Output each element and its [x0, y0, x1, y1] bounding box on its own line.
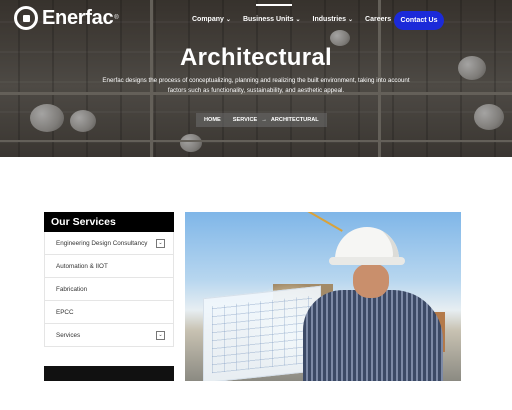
nav-item-label: Careers	[365, 16, 392, 23]
service-item-label: Services	[56, 331, 81, 339]
service-item-automation[interactable]: Automation & IIOT	[44, 255, 174, 278]
worker-body-shape	[303, 290, 443, 381]
nav-item-label: Business Units	[242, 16, 294, 23]
service-item-fabrication[interactable]: Fabrication	[44, 278, 174, 301]
service-item-engineering-design[interactable]: Engineering Design Consultancy ⌄	[44, 232, 174, 255]
service-item-epcc[interactable]: EPCC	[44, 301, 174, 324]
breadcrumb: HOME SERVICE → ARCHITECTURAL	[196, 113, 327, 127]
nav-item-business-units[interactable]: Business Units ⌄	[243, 16, 301, 23]
page-title: Architectural	[180, 44, 332, 71]
services-title: Our Services	[44, 212, 174, 232]
crane-shape	[307, 212, 343, 232]
brand-name: Enerfac	[42, 6, 114, 29]
brand-logo[interactable]: Enerfac ®	[14, 6, 119, 30]
service-item-label: Fabrication	[56, 285, 88, 293]
registered-mark: ®	[114, 15, 119, 21]
expand-toggle-icon[interactable]: ⌄	[156, 238, 165, 248]
chevron-down-icon: ⌄	[348, 17, 354, 23]
contact-us-button[interactable]: Contact Us	[394, 11, 444, 30]
nav-item-label: Industries	[312, 16, 346, 23]
services-sidebar: Our Services Engineering Design Consulta…	[44, 212, 174, 347]
hard-hat-brim	[329, 257, 405, 265]
breadcrumb-current: ARCHITECTURAL	[270, 117, 319, 123]
main-nav: Company ⌄ Business Units ⌄ Industries ⌄ Car…	[192, 16, 410, 23]
chevron-down-icon: ⌄	[225, 17, 231, 23]
service-item-label: Engineering Design Consultancy	[56, 239, 148, 247]
chevron-down-icon: ⌄	[295, 17, 301, 23]
breadcrumb-home[interactable]: HOME	[204, 117, 221, 123]
services-footer-block	[44, 366, 174, 381]
hero-banner: Enerfac ® Company ⌄ Business Units ⌄ Indus…	[0, 0, 512, 157]
expand-toggle-icon[interactable]: ⌄	[156, 330, 165, 340]
architect-photo	[185, 212, 461, 381]
nav-item-industries[interactable]: Industries ⌄	[313, 16, 353, 23]
breadcrumb-arrow-icon: →	[261, 117, 267, 123]
logo-mark-icon	[14, 6, 38, 30]
nav-item-company[interactable]: Company ⌄	[192, 16, 231, 23]
service-item-label: Automation & IIOT	[56, 262, 108, 270]
breadcrumb-service[interactable]: SERVICE	[233, 117, 257, 123]
worker-head-shape	[353, 264, 389, 298]
nav-item-label: Company	[192, 16, 224, 23]
service-item-services[interactable]: Services ⌄	[44, 324, 174, 347]
hero-description: Enerfac designs the process of conceptua…	[102, 77, 410, 94]
service-item-label: EPCC	[56, 308, 74, 316]
